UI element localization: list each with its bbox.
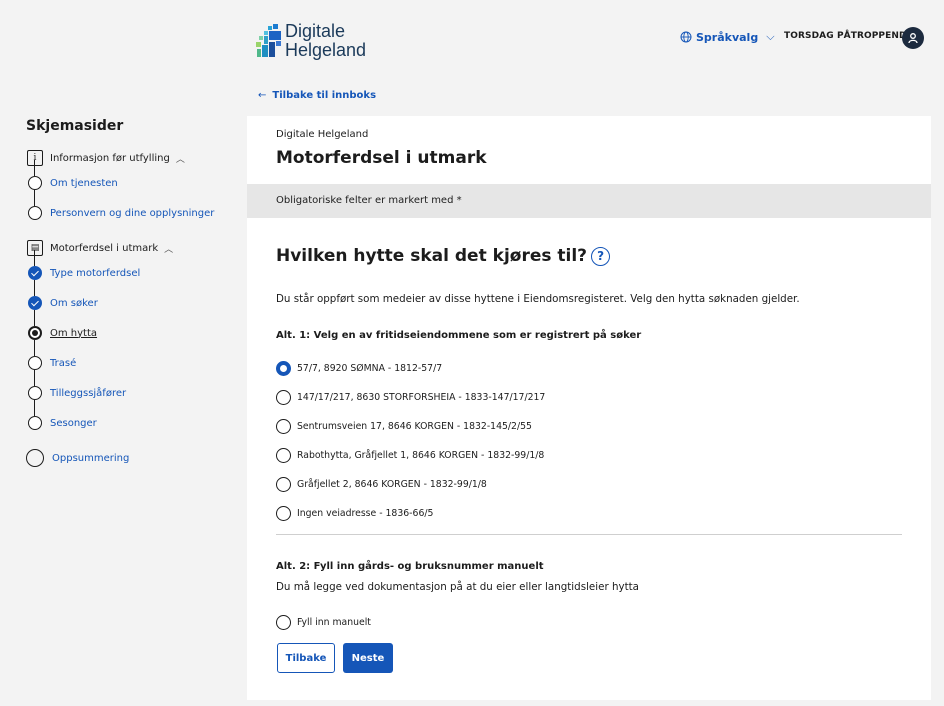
chevron-down-icon: ⌵ bbox=[766, 30, 775, 43]
step-connector bbox=[34, 400, 35, 416]
step-status-icon bbox=[28, 176, 42, 190]
current-step-icon bbox=[28, 326, 42, 340]
sidebar-step-om-soker[interactable]: Om søker bbox=[26, 280, 236, 318]
step-label: Personvern og dine opplysninger bbox=[50, 207, 215, 219]
question-text: Hvilken hytte skal det kjøres til? bbox=[276, 246, 588, 266]
radio-button[interactable] bbox=[276, 615, 291, 630]
chevron-up-icon: ︿ bbox=[175, 154, 185, 165]
radio-label: 147/17/217, 8630 STORFORSHEIA - 1833-147… bbox=[297, 392, 546, 403]
back-link-label: Tilbake til innboks bbox=[272, 90, 377, 101]
radio-button[interactable] bbox=[276, 419, 291, 434]
mandatory-note: Obligatoriske felter er markert med * bbox=[247, 184, 931, 218]
section-divider bbox=[276, 534, 902, 535]
next-button[interactable]: Neste bbox=[343, 643, 393, 673]
question-description: Du står oppført som medeier av disse hyt… bbox=[276, 293, 800, 305]
radio-option[interactable]: Rabothytta, Gråfjellet 1, 8646 KORGEN - … bbox=[276, 441, 545, 470]
radio-button[interactable] bbox=[276, 506, 291, 521]
info-icon: i bbox=[27, 150, 43, 166]
step-status-icon bbox=[28, 206, 42, 220]
avatar[interactable] bbox=[902, 27, 924, 49]
alt1-heading: Alt. 1: Velg en av fritidseiendommene so… bbox=[276, 330, 642, 341]
user-icon bbox=[908, 33, 918, 44]
form-card: Digitale Helgeland Motorferdsel i utmark… bbox=[247, 116, 931, 700]
sidebar-title: Skjemasider bbox=[26, 118, 124, 134]
question-heading: Hvilken hytte skal det kjøres til? ? bbox=[276, 246, 611, 266]
sidebar-step-oppsummering[interactable]: Oppsummering bbox=[26, 448, 236, 468]
sidebar-step-tilleggssjaforer[interactable]: Tilleggssjåfører bbox=[26, 370, 236, 408]
step-label: Type motorferdsel bbox=[50, 267, 141, 279]
property-radio-group: 57/7, 8920 SØMNA - 1812-57/7 147/17/217,… bbox=[276, 354, 545, 528]
sidebar-step-type-motorferdsel[interactable]: Type motorferdsel bbox=[26, 250, 236, 288]
radio-button-selected[interactable] bbox=[276, 361, 291, 376]
form-title: Motorferdsel i utmark bbox=[276, 148, 487, 168]
step-status-icon bbox=[28, 416, 42, 430]
step-label: Trasé bbox=[50, 357, 77, 369]
logo-text: Digitale Helgeland bbox=[285, 22, 366, 60]
radio-option[interactable]: Gråfjellet 2, 8646 KORGEN - 1832-99/1/8 bbox=[276, 470, 545, 499]
organization-name: Digitale Helgeland bbox=[276, 129, 369, 140]
radio-label: Rabothytta, Gråfjellet 1, 8646 KORGEN - … bbox=[297, 450, 545, 461]
alt2-heading: Alt. 2: Fyll inn gårds- og bruksnummer m… bbox=[276, 561, 544, 572]
step-label: Om søker bbox=[50, 297, 98, 309]
back-button[interactable]: Tilbake bbox=[277, 643, 335, 673]
radio-option[interactable]: Sentrumsveien 17, 8646 KORGEN - 1832-145… bbox=[276, 412, 545, 441]
top-header: Digitale Helgeland Språkvalg ⌵ TORSDAG P… bbox=[0, 0, 944, 80]
check-icon bbox=[28, 266, 42, 280]
manual-entry-option[interactable]: Fyll inn manuelt bbox=[276, 608, 371, 637]
step-label: Om hytta bbox=[50, 327, 98, 339]
arrow-left-icon: ← bbox=[258, 90, 267, 101]
step-connector bbox=[34, 250, 35, 266]
step-label: Tilleggssjåfører bbox=[50, 387, 127, 399]
logo[interactable]: Digitale Helgeland bbox=[256, 22, 366, 60]
radio-button[interactable] bbox=[276, 390, 291, 405]
radio-option[interactable]: 147/17/217, 8630 STORFORSHEIA - 1833-147… bbox=[276, 383, 545, 412]
step-status-icon bbox=[28, 386, 42, 400]
sidebar-step-om-hytta[interactable]: Om hytta bbox=[26, 310, 236, 348]
sidebar-group-motorferdsel[interactable]: ▤ Motorferdsel i utmark ︿ bbox=[26, 238, 236, 258]
radio-button[interactable] bbox=[276, 477, 291, 492]
radio-label: Ingen veiadresse - 1836-66/5 bbox=[297, 508, 434, 519]
sidebar-step-om-tjenesten[interactable]: Om tjenesten bbox=[26, 160, 236, 198]
sidebar-group-label: Informasjon før utfylling bbox=[50, 152, 170, 164]
step-label: Oppsummering bbox=[52, 452, 130, 464]
sidebar-group-label: Motorferdsel i utmark bbox=[50, 242, 159, 254]
step-connector bbox=[34, 280, 35, 296]
globe-icon bbox=[680, 31, 692, 43]
logo-line-1: Digitale bbox=[285, 21, 346, 41]
sidebar-step-trase[interactable]: Trasé bbox=[26, 340, 236, 378]
step-connector bbox=[34, 190, 35, 206]
language-selector[interactable]: Språkvalg ⌵ bbox=[680, 30, 775, 44]
logo-mark-icon bbox=[256, 24, 282, 58]
chevron-up-icon: ︿ bbox=[164, 244, 174, 255]
sidebar-group-info[interactable]: i Informasjon før utfylling ︿ bbox=[26, 148, 236, 168]
form-pages-sidebar: Skjemasider i Informasjon før utfylling … bbox=[26, 118, 236, 468]
step-label: Sesonger bbox=[50, 417, 97, 429]
user-name[interactable]: TORSDAG PÅTROPPENDE bbox=[784, 31, 913, 41]
step-connector bbox=[34, 310, 35, 326]
logo-line-2: Helgeland bbox=[285, 40, 367, 60]
step-label: Om tjenesten bbox=[50, 177, 118, 189]
step-connector bbox=[34, 340, 35, 356]
check-icon bbox=[28, 296, 42, 310]
document-icon: ▤ bbox=[27, 240, 43, 256]
sidebar-step-personvern[interactable]: Personvern og dine opplysninger bbox=[26, 190, 236, 228]
radio-label: Gråfjellet 2, 8646 KORGEN - 1832-99/1/8 bbox=[297, 479, 487, 490]
radio-option[interactable]: 57/7, 8920 SØMNA - 1812-57/7 bbox=[276, 354, 545, 383]
radio-label: 57/7, 8920 SØMNA - 1812-57/7 bbox=[297, 363, 443, 374]
step-connector bbox=[34, 370, 35, 386]
back-to-inbox-link[interactable]: ← Tilbake til innboks bbox=[258, 90, 376, 101]
step-status-icon bbox=[26, 449, 44, 467]
radio-label: Sentrumsveien 17, 8646 KORGEN - 1832-145… bbox=[297, 421, 532, 432]
step-connector bbox=[34, 160, 35, 176]
radio-button[interactable] bbox=[276, 448, 291, 463]
help-icon[interactable]: ? bbox=[591, 246, 611, 266]
alt2-description: Du må legge ved dokumentasjon på at du e… bbox=[276, 581, 639, 593]
radio-option[interactable]: Ingen veiadresse - 1836-66/5 bbox=[276, 499, 545, 528]
radio-label: Fyll inn manuelt bbox=[297, 617, 371, 628]
step-status-icon bbox=[28, 356, 42, 370]
sidebar-step-sesonger[interactable]: Sesonger bbox=[26, 400, 236, 438]
language-label: Språkvalg bbox=[696, 30, 759, 44]
